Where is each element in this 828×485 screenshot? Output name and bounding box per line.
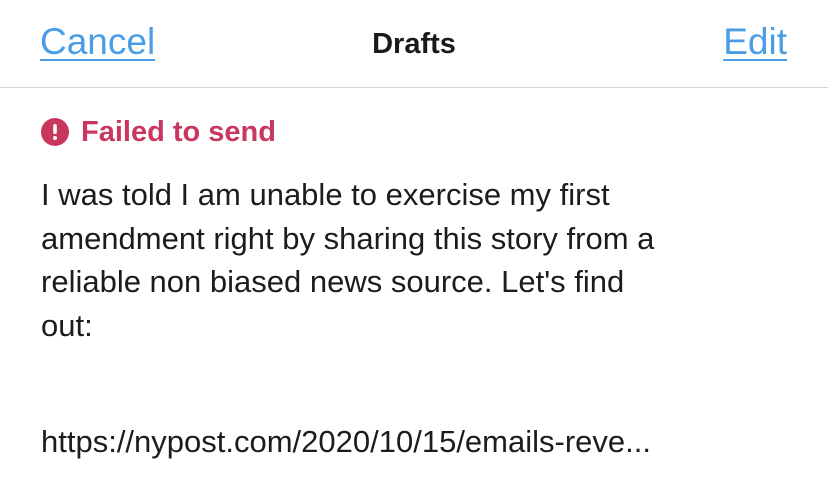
draft-text-line: out: [41, 307, 93, 343]
draft-text-line: I was told I am unable to exercise my fi… [41, 177, 610, 212]
failed-status-text: Failed to send [81, 116, 276, 148]
draft-text-line: amendment right by sharing this story fr… [41, 220, 655, 256]
navigation-bar: Cancel Drafts Edit [0, 0, 828, 88]
failed-status: Failed to send [41, 115, 276, 149]
draft-item[interactable]: Failed to send I was told I am unable to… [0, 89, 828, 485]
draft-link-text: https://nypost.com/2020/10/15/emails-rev… [41, 424, 651, 459]
page-title: Drafts [372, 28, 456, 60]
draft-text-line: reliable non biased news source. Let's f… [41, 264, 625, 299]
exclamation-circle-icon [41, 118, 69, 146]
edit-button[interactable]: Edit [723, 20, 787, 64]
draft-text: I was told I am unable to exercise my fi… [41, 173, 801, 347]
